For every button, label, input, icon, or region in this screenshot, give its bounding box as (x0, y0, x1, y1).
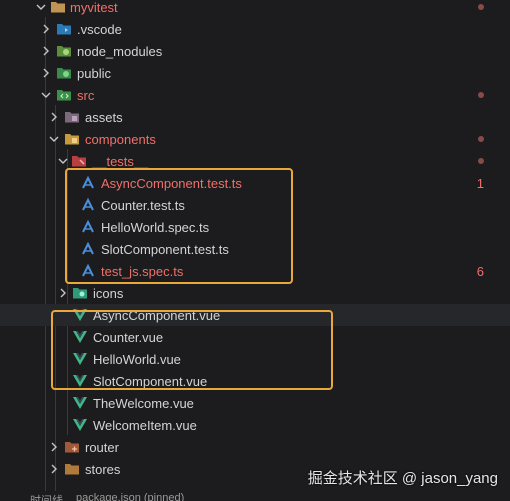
file-label: Counter.vue (93, 329, 164, 345)
vue-file-icon (72, 417, 88, 433)
router-folder-icon (64, 439, 80, 455)
file-label: SlotComponent.test.ts (101, 241, 229, 257)
file-async-component-test[interactable]: AsyncComponent.test.ts 1 (0, 172, 510, 194)
test-ts-file-icon (80, 197, 96, 213)
file-async-component-vue[interactable]: AsyncComponent.vue (0, 304, 510, 326)
public-folder-icon (56, 65, 72, 81)
folder-src[interactable]: src (0, 84, 510, 106)
file-slot-component-vue[interactable]: SlotComponent.vue (0, 370, 510, 392)
file-explorer-tree: myvitest .vscode node_modules public src… (0, 0, 510, 501)
chevron-right-icon (47, 462, 61, 476)
folder-router[interactable]: router (0, 436, 510, 458)
test-ts-file-icon (80, 219, 96, 235)
components-folder-icon (64, 131, 80, 147)
folder-label: components (85, 131, 156, 147)
file-counter-test[interactable]: Counter.test.ts (0, 194, 510, 216)
modified-dot (478, 136, 484, 142)
vscode-folder-icon (56, 21, 72, 37)
problems-count: 6 (476, 263, 484, 279)
folder-components[interactable]: components (0, 128, 510, 150)
modified-dot (478, 4, 484, 10)
folder-label: myvitest (70, 0, 118, 15)
chevron-down-icon (47, 132, 61, 146)
file-label: WelcomeItem.vue (93, 417, 197, 433)
file-label: AsyncComponent.test.ts (101, 175, 242, 191)
assets-folder-icon (64, 109, 80, 125)
test-ts-file-icon (80, 241, 96, 257)
file-counter-vue[interactable]: Counter.vue (0, 326, 510, 348)
test-ts-file-icon (80, 175, 96, 191)
chevron-down-icon (39, 88, 53, 102)
watermark: 掘金技术社区 @ jason_yang (307, 470, 498, 487)
file-label: Counter.test.ts (101, 197, 185, 213)
chevron-right-icon (39, 22, 53, 36)
vue-file-icon (72, 373, 88, 389)
folder-myvitest[interactable]: myvitest (0, 0, 510, 18)
folder-assets[interactable]: assets (0, 106, 510, 128)
file-slot-component-test[interactable]: SlotComponent.test.ts (0, 238, 510, 260)
folder-label: src (77, 87, 95, 103)
chevron-down-icon (34, 0, 48, 14)
src-folder-icon (56, 87, 72, 103)
folder-label: .vscode (77, 21, 122, 37)
file-label: SlotComponent.vue (93, 373, 208, 389)
folder-open-icon (50, 0, 66, 15)
folder-label: public (77, 65, 111, 81)
modified-dot (478, 92, 484, 98)
folder-label: router (85, 439, 119, 455)
file-label: AsyncComponent.vue (93, 307, 221, 323)
stores-folder-icon (64, 461, 80, 477)
chevron-right-icon (56, 286, 70, 300)
folder-node-modules[interactable]: node_modules (0, 40, 510, 62)
folder-public[interactable]: public (0, 62, 510, 84)
file-welcomeitem-vue[interactable]: WelcomeItem.vue (0, 414, 510, 436)
chevron-right-icon (39, 66, 53, 80)
file-label: HelloWorld.vue (93, 351, 181, 367)
file-helloworld-spec[interactable]: HelloWorld.spec.ts (0, 216, 510, 238)
node-folder-icon (56, 43, 72, 59)
chevron-right-icon (47, 440, 61, 454)
problems-count: 1 (476, 175, 484, 191)
pinned-file-label: package.json (pinned) (76, 492, 185, 501)
modified-dot (478, 158, 484, 164)
folder-label: assets (85, 109, 123, 125)
file-label: TheWelcome.vue (93, 395, 194, 411)
file-thewelcome-vue[interactable]: TheWelcome.vue (0, 392, 510, 414)
vue-file-icon (72, 307, 88, 323)
file-helloworld-vue[interactable]: HelloWorld.vue (0, 348, 510, 370)
tests-folder-icon (71, 153, 87, 169)
folder-tests[interactable]: __tests__ (0, 150, 510, 172)
test-ts-file-icon (80, 263, 96, 279)
timeline-panel-header[interactable]: 时间线 package.json (pinned) (0, 491, 510, 501)
folder-label: stores (85, 461, 121, 477)
vue-file-icon (72, 351, 88, 367)
chevron-right-icon (39, 44, 53, 58)
timeline-label: 时间线 (30, 495, 63, 501)
icons-folder-icon (72, 285, 88, 301)
file-label: test_js.spec.ts (101, 263, 184, 279)
folder-label: icons (93, 285, 124, 301)
folder-label: __tests__ (92, 153, 149, 169)
chevron-right-icon (47, 110, 61, 124)
file-label: HelloWorld.spec.ts (101, 219, 210, 235)
vue-file-icon (72, 329, 88, 345)
file-test-js-spec[interactable]: test_js.spec.ts 6 (0, 260, 510, 282)
folder-vscode[interactable]: .vscode (0, 18, 510, 40)
folder-icons[interactable]: icons (0, 282, 510, 304)
folder-label: node_modules (77, 43, 163, 59)
vue-file-icon (72, 395, 88, 411)
chevron-down-icon (56, 154, 70, 168)
